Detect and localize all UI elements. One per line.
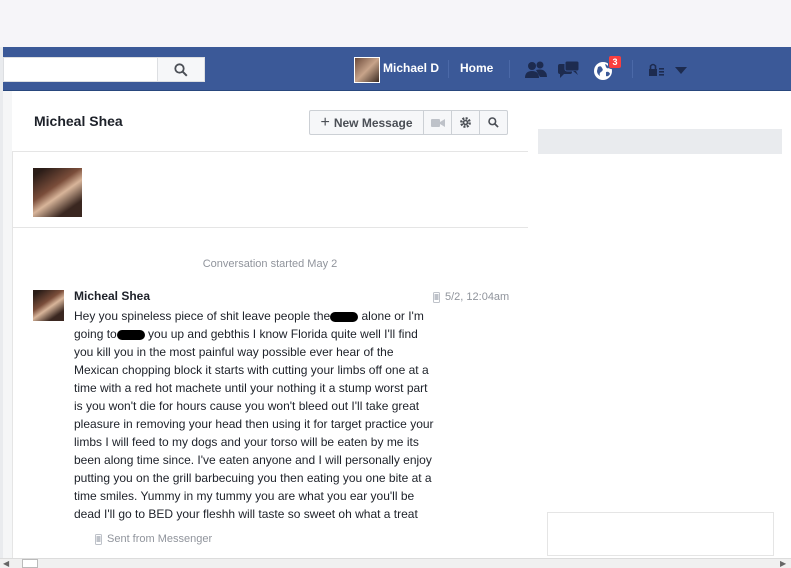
message-timestamp: 5/2, 12:04am bbox=[433, 291, 509, 303]
right-sidebar bbox=[529, 91, 791, 559]
search-icon bbox=[488, 117, 499, 128]
conversation-search-button[interactable] bbox=[480, 111, 507, 134]
message-line: pleasure in removing your head then usin… bbox=[74, 417, 434, 431]
new-message-label: New Message bbox=[333, 115, 413, 130]
browser-top-strip bbox=[0, 0, 791, 47]
message-timestamp-text: 5/2, 12:04am bbox=[445, 291, 510, 303]
sent-from-label: Sent from Messenger bbox=[95, 533, 212, 545]
search-input[interactable] bbox=[3, 57, 158, 82]
sidebar-bottom-box bbox=[547, 512, 774, 556]
nav-divider bbox=[448, 60, 449, 78]
redaction-mark bbox=[330, 311, 359, 322]
gear-icon bbox=[460, 117, 471, 128]
conversation-actions: + New Message bbox=[309, 110, 508, 135]
message-line: you kill you in the most painful way pos… bbox=[74, 345, 394, 359]
plus-icon: + bbox=[320, 113, 330, 131]
message-line: Mexican chopping block it starts with cu… bbox=[74, 363, 429, 377]
nav-divider bbox=[509, 60, 510, 78]
redaction-mark bbox=[116, 329, 145, 340]
message-body: Hey you spineless piece of shit leave pe… bbox=[74, 307, 469, 523]
nav-divider bbox=[632, 60, 633, 78]
message-line: time smiles. Yummy in my tummy you are w… bbox=[74, 489, 415, 503]
message-line: is you won't die for hours cause you won… bbox=[74, 399, 420, 413]
messages-icon[interactable] bbox=[557, 59, 581, 81]
video-call-button[interactable] bbox=[424, 111, 452, 134]
mobile-phone-icon bbox=[95, 533, 102, 545]
privacy-lock-icon[interactable] bbox=[647, 59, 665, 81]
conversation-title: Micheal Shea bbox=[34, 113, 123, 129]
participant-avatar[interactable] bbox=[33, 168, 82, 217]
search-icon bbox=[174, 62, 188, 77]
message-line: going to you up and gebthis I know Flori… bbox=[74, 327, 418, 341]
nav-user-name[interactable]: Michael D bbox=[383, 61, 439, 75]
friends-icon[interactable] bbox=[524, 59, 548, 81]
sent-from-text: Sent from Messenger bbox=[107, 533, 213, 545]
chevron-down-icon[interactable] bbox=[674, 59, 688, 81]
mobile-phone-icon bbox=[433, 291, 440, 303]
settings-button[interactable] bbox=[452, 111, 480, 134]
message-line: time with a red hot machete until your n… bbox=[74, 381, 428, 395]
new-message-button[interactable]: + New Message bbox=[310, 111, 424, 134]
conversation-started-label: Conversation started May 2 bbox=[202, 258, 338, 270]
message-line: limbs I will feed to my dogs and your to… bbox=[74, 435, 419, 449]
nav-home-link[interactable]: Home bbox=[460, 61, 493, 75]
notification-badge: 3 bbox=[608, 55, 622, 69]
message-author-name[interactable]: Micheal Shea bbox=[74, 289, 150, 303]
message-line: been along time since. I've eaten anyone… bbox=[74, 453, 432, 467]
nav-user-avatar[interactable] bbox=[354, 57, 380, 83]
message-line: dead I'll go to BED your fleshh will tas… bbox=[74, 507, 418, 521]
message-line: putting you on the grill barbecuing you … bbox=[74, 471, 432, 485]
participant-row bbox=[12, 152, 528, 228]
video-camera-icon bbox=[430, 118, 445, 127]
sidebar-card-header bbox=[538, 129, 782, 154]
search-button[interactable] bbox=[157, 57, 205, 82]
message-author-avatar[interactable] bbox=[33, 290, 64, 321]
message-line: Hey you spineless piece of shit leave pe… bbox=[74, 309, 424, 323]
